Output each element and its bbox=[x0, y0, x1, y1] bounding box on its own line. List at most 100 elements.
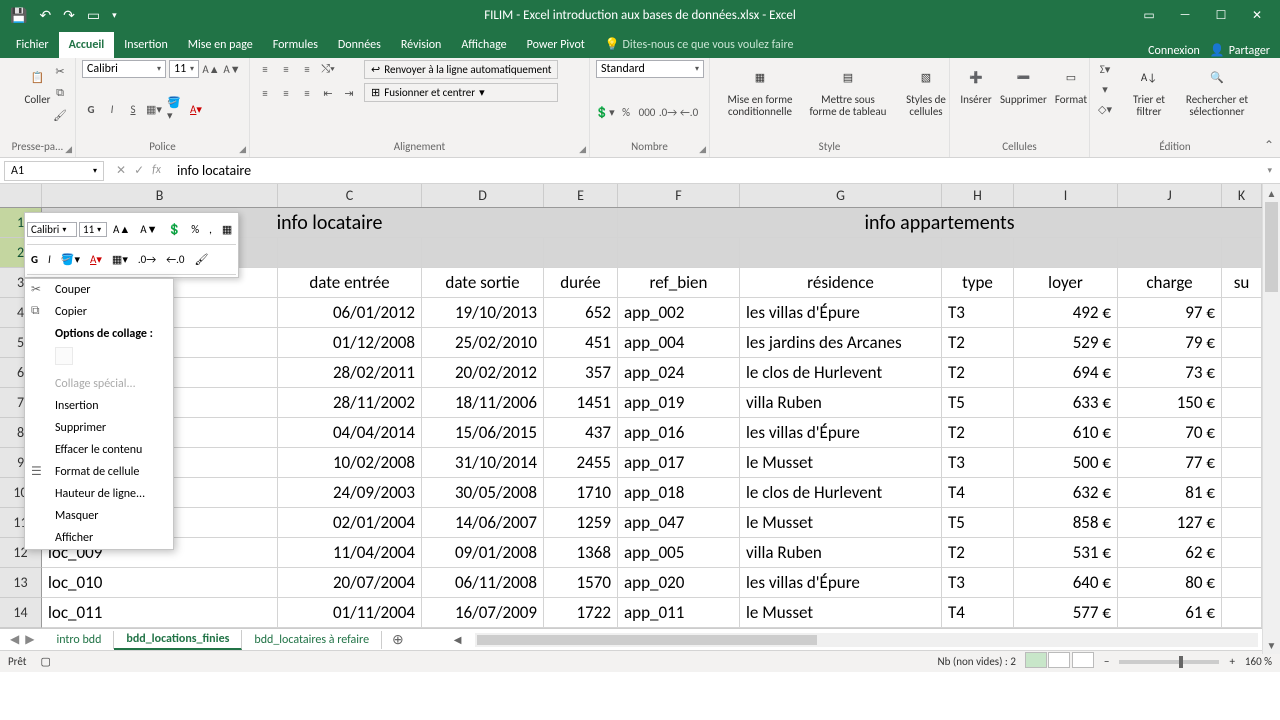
cell[interactable] bbox=[1118, 238, 1222, 267]
increase-font-icon[interactable]: A▲ bbox=[202, 60, 220, 78]
cell[interactable]: 1722 bbox=[544, 598, 618, 627]
menu-item[interactable]: Insertion bbox=[25, 395, 173, 417]
cell[interactable]: 2455 bbox=[544, 448, 618, 477]
cell[interactable]: T3 bbox=[942, 568, 1014, 597]
cell[interactable]: les villas d'Épure bbox=[740, 298, 942, 327]
align-left-icon[interactable]: ≡ bbox=[256, 84, 274, 102]
view-page-layout-icon[interactable] bbox=[1048, 652, 1070, 668]
cell[interactable]: app_011 bbox=[618, 598, 740, 627]
cell[interactable]: T3 bbox=[942, 298, 1014, 327]
tab-power-pivot[interactable]: Power Pivot bbox=[517, 32, 595, 58]
cell[interactable] bbox=[1222, 238, 1262, 267]
font-size-dropdown[interactable]: 11▾ bbox=[169, 60, 199, 78]
mini-accounting-icon[interactable]: 💲 bbox=[164, 221, 186, 238]
add-sheet-icon[interactable]: ⊕ bbox=[382, 631, 414, 648]
mini-inc-decimal-icon[interactable]: .0→ bbox=[134, 251, 160, 268]
close-icon[interactable]: ✕ bbox=[1242, 4, 1272, 26]
sheet-nav-prev-icon[interactable]: ◀ bbox=[10, 632, 19, 647]
cell[interactable]: T2 bbox=[942, 328, 1014, 357]
cell[interactable] bbox=[1222, 598, 1262, 627]
cell[interactable]: les villas d'Épure bbox=[740, 568, 942, 597]
italic-icon[interactable]: I bbox=[103, 100, 121, 118]
cell[interactable] bbox=[1222, 388, 1262, 417]
tab-fichier[interactable]: Fichier bbox=[6, 32, 59, 58]
qat-dropdown-icon[interactable]: ▾ bbox=[112, 10, 117, 21]
tab-donnees[interactable]: Données bbox=[328, 32, 391, 58]
menu-item[interactable]: ✂Couper bbox=[25, 279, 173, 301]
mini-bold-icon[interactable]: G bbox=[27, 251, 42, 268]
align-center-icon[interactable]: ≡ bbox=[277, 84, 295, 102]
borders-icon[interactable]: ▦▾ bbox=[145, 100, 163, 118]
cell[interactable]: 451 bbox=[544, 328, 618, 357]
cell[interactable]: 25/02/2010 bbox=[422, 328, 544, 357]
menu-item[interactable]: ⧉Copier bbox=[25, 301, 173, 323]
col-header-K[interactable]: K bbox=[1222, 184, 1262, 207]
col-header-D[interactable]: D bbox=[422, 184, 544, 207]
fill-color-icon[interactable]: 🪣▾ bbox=[166, 100, 184, 118]
tell-me[interactable]: 💡 Dites-nous ce que vous voulez faire bbox=[595, 31, 804, 58]
orientation-icon[interactable]: ⤭▾ bbox=[319, 60, 337, 78]
mini-comma-icon[interactable]: , bbox=[205, 221, 216, 238]
fill-icon[interactable]: ▾ bbox=[1096, 80, 1114, 98]
save-icon[interactable]: 💾 bbox=[10, 7, 27, 24]
menu-item[interactable]: ☰Format de cellule bbox=[25, 461, 173, 483]
mini-border-icon[interactable]: ▦▾ bbox=[108, 251, 132, 268]
col-header-C[interactable]: C bbox=[278, 184, 422, 207]
menu-item[interactable]: Effacer le contenu bbox=[25, 439, 173, 461]
cell[interactable] bbox=[278, 238, 422, 267]
cell[interactable]: T2 bbox=[942, 358, 1014, 387]
cell[interactable]: loc_010 bbox=[42, 568, 278, 597]
tab-mise-en-page[interactable]: Mise en page bbox=[178, 32, 263, 58]
scroll-down-icon[interactable]: ▼ bbox=[1263, 636, 1280, 654]
menu-item[interactable]: Masquer bbox=[25, 505, 173, 527]
cell[interactable]: villa Ruben bbox=[740, 388, 942, 417]
increase-decimal-icon[interactable]: .0→ bbox=[659, 103, 677, 121]
menu-item[interactable]: Hauteur de ligne... bbox=[25, 483, 173, 505]
cell[interactable]: 858 € bbox=[1014, 508, 1118, 537]
cell[interactable]: 694 € bbox=[1014, 358, 1118, 387]
cell[interactable]: 19/10/2013 bbox=[422, 298, 544, 327]
wrap-text-button[interactable]: ↩Renvoyer à la ligne automatiquement bbox=[364, 60, 558, 79]
zoom-level[interactable]: 160 % bbox=[1245, 655, 1272, 668]
decrease-decimal-icon[interactable]: ←.0 bbox=[680, 103, 698, 121]
format-painter-icon[interactable]: 🖌 bbox=[51, 106, 69, 124]
cell[interactable]: 529 € bbox=[1014, 328, 1118, 357]
cell[interactable]: 15/06/2015 bbox=[422, 418, 544, 447]
mini-decrease-font-icon[interactable]: A▼ bbox=[136, 221, 161, 238]
cell[interactable] bbox=[618, 238, 740, 267]
mini-borders-icon[interactable]: ▦ bbox=[218, 221, 236, 238]
vertical-scrollbar[interactable]: ▲ ▼ bbox=[1262, 184, 1280, 654]
maximize-icon[interactable]: ☐ bbox=[1206, 4, 1236, 26]
cell[interactable]: 10/02/2008 bbox=[278, 448, 422, 477]
cell[interactable] bbox=[544, 238, 618, 267]
align-right-icon[interactable]: ≡ bbox=[298, 84, 316, 102]
cell[interactable]: le Musset bbox=[740, 598, 942, 627]
cell[interactable]: 500 € bbox=[1014, 448, 1118, 477]
decrease-indent-icon[interactable]: ⇤ bbox=[319, 84, 337, 102]
cell[interactable] bbox=[1222, 358, 1262, 387]
cell[interactable]: 80 € bbox=[1118, 568, 1222, 597]
tab-formules[interactable]: Formules bbox=[263, 32, 328, 58]
minimize-icon[interactable]: — bbox=[1170, 4, 1200, 26]
align-top-icon[interactable]: ≡ bbox=[256, 60, 274, 78]
clipboard-dialog-icon[interactable]: ◢ bbox=[65, 144, 72, 155]
bold-icon[interactable]: G bbox=[82, 100, 100, 118]
cell[interactable]: T4 bbox=[942, 478, 1014, 507]
copy-icon[interactable]: ⧉ bbox=[51, 84, 69, 102]
cell[interactable]: T2 bbox=[942, 538, 1014, 567]
cell[interactable]: 633 € bbox=[1014, 388, 1118, 417]
cell[interactable]: 09/01/2008 bbox=[422, 538, 544, 567]
find-select-button[interactable]: 🔍Rechercher et sélectionner bbox=[1178, 60, 1256, 120]
font-dialog-icon[interactable]: ◢ bbox=[239, 144, 246, 155]
delete-cells-button[interactable]: ➖Supprimer bbox=[996, 60, 1051, 108]
cell[interactable]: le clos de Hurlevent bbox=[740, 478, 942, 507]
name-box[interactable]: A1▾ bbox=[4, 161, 104, 181]
table-header[interactable]: résidence bbox=[740, 268, 942, 297]
cell[interactable]: 04/04/2014 bbox=[278, 418, 422, 447]
cell[interactable]: 70 € bbox=[1118, 418, 1222, 447]
menu-item[interactable]: Supprimer bbox=[25, 417, 173, 439]
collapse-ribbon-icon[interactable]: ⌃ bbox=[1264, 138, 1274, 153]
cut-icon[interactable]: ✂ bbox=[51, 62, 69, 80]
tab-accueil[interactable]: Accueil bbox=[59, 32, 115, 58]
cell[interactable]: 77 € bbox=[1118, 448, 1222, 477]
